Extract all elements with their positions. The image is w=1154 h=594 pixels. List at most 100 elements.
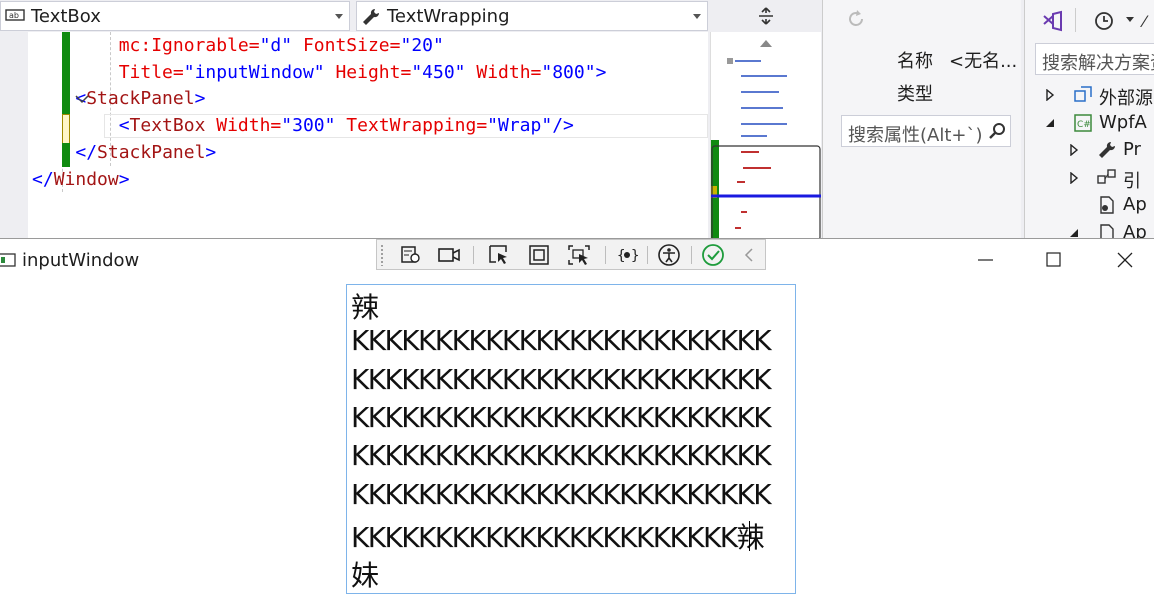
xaml-debug-toolbar[interactable]: {}	[376, 239, 766, 270]
svg-text:ab: ab	[9, 11, 19, 20]
solution-tree-label: Pr	[1123, 139, 1141, 160]
textbox-line: KKKKKKKKKKKKKKKKKKKKKKKKK	[351, 439, 772, 473]
xaml-editor[interactable]: mc:Ignorable="d" FontSize="20" Title="in…	[28, 32, 708, 238]
collapsed-arrow-icon[interactable]	[1069, 144, 1079, 156]
code-token: "Wrap"	[487, 115, 553, 137]
code-token: Width=	[205, 115, 282, 137]
textbox-line: KKKKKKKKKKKKKKKKKKKKKKKKK	[351, 324, 772, 358]
code-lines[interactable]: mc:Ignorable="d" FontSize="20" Title="in…	[32, 33, 606, 193]
solution-tree-item[interactable]: Ap	[1025, 192, 1154, 218]
solution-explorer: ⁄ 搜索解决方案资 外部源C#WpfAPr引ApAp	[1024, 0, 1154, 238]
code-line[interactable]: mc:Ignorable="d" FontSize="20"	[32, 33, 606, 60]
properties-search-input[interactable]: 搜索属性(Alt+`)	[841, 115, 1011, 147]
chevron-down-icon[interactable]	[1125, 16, 1135, 24]
binding-failures-icon[interactable]: {}	[615, 244, 639, 266]
wrench-icon	[361, 7, 381, 25]
code-token: </	[32, 168, 54, 190]
solution-tree-item[interactable]: 外部源	[1025, 82, 1154, 109]
visual-studio-ide: ab TextBox TextWrapping mc:Ignorable="d"…	[0, 0, 1154, 238]
code-token: />	[552, 115, 574, 137]
code-token: "800"	[541, 61, 596, 83]
code-line[interactable]: </StackPanel>	[32, 140, 606, 167]
search-icon[interactable]	[988, 122, 1006, 140]
refresh-icon[interactable]	[845, 8, 867, 30]
split-editor-icon[interactable]	[756, 6, 776, 26]
references-icon	[1097, 168, 1116, 184]
collapse-toolbar-chevron-icon[interactable]	[737, 244, 761, 266]
visual-studio-icon[interactable]	[1041, 10, 1065, 32]
external-sources-icon	[1074, 86, 1092, 102]
solution-tree-label: 引	[1123, 170, 1141, 192]
hot-reload-checkmark-icon[interactable]	[701, 244, 725, 266]
solution-tree-label: Ap	[1123, 194, 1147, 215]
live-visual-tree-icon[interactable]	[399, 244, 423, 266]
change-bar	[62, 32, 70, 114]
property-selector-combo[interactable]: TextWrapping	[356, 1, 708, 31]
track-focused-element-icon[interactable]	[567, 244, 591, 266]
drag-handle-icon[interactable]	[380, 244, 384, 266]
solution-tree-item[interactable]: C# WpfA	[1025, 110, 1154, 136]
chevron-down-icon[interactable]	[335, 14, 343, 19]
select-element-icon[interactable]	[487, 244, 511, 266]
window-title: inputWindow	[22, 250, 140, 271]
history-clock-icon[interactable]	[1093, 10, 1115, 32]
text-caret	[749, 520, 750, 551]
name-value[interactable]: <无名...	[949, 47, 1017, 73]
property-selector-value: TextWrapping	[387, 6, 510, 27]
window-titlebar[interactable]: inputWindow {}	[0, 239, 1154, 281]
code-token: StackPanel	[86, 88, 195, 110]
solution-tree-item[interactable]: 引	[1025, 165, 1154, 192]
textbox-line: KKKKKKKKKKKKKKKKKKKKKKKKK	[351, 400, 772, 434]
chevron-down-icon[interactable]	[693, 14, 701, 19]
toolbar-separator	[647, 246, 648, 264]
code-token: mc:Ignorable=	[118, 35, 260, 56]
code-token: TextBox	[129, 115, 206, 137]
solution-tree-item[interactable]: Pr	[1025, 137, 1154, 163]
overflow-icon[interactable]: ⁄	[1143, 12, 1146, 31]
close-icon[interactable]	[1117, 252, 1133, 268]
scrollbar-minimap[interactable]	[710, 32, 821, 238]
svg-text:C#: C#	[1077, 120, 1091, 130]
minimize-icon[interactable]	[978, 259, 994, 261]
collapse-chevron-icon[interactable]	[74, 93, 90, 105]
solution-tree-item[interactable]: Ap	[1025, 220, 1154, 239]
change-bar	[62, 143, 70, 167]
split-toggle[interactable]	[712, 0, 820, 32]
code-token: Window	[53, 168, 119, 190]
solution-search-input[interactable]: 搜索解决方案资	[1035, 43, 1154, 75]
code-token: "300"	[281, 115, 336, 137]
display-layout-adorners-icon[interactable]	[527, 244, 551, 266]
scroll-up-arrow-icon[interactable]	[759, 39, 773, 48]
code-line[interactable]: <StackPanel>	[32, 86, 606, 113]
file-icon	[1100, 223, 1114, 238]
name-label: 名称	[897, 51, 933, 72]
collapsed-arrow-icon[interactable]	[1069, 171, 1079, 184]
element-selector-combo[interactable]: ab TextBox	[0, 1, 350, 31]
wrench-icon	[1099, 141, 1116, 158]
expanded-arrow-icon[interactable]	[1045, 117, 1055, 129]
textbox-line: KKKKKKKKKKKKKKKKKKKKKKK辣	[351, 520, 765, 554]
solution-tree-label: WpfA	[1099, 111, 1147, 133]
code-line[interactable]: <TextBox Width="300" TextWrapping="Wrap"…	[32, 113, 606, 140]
code-line[interactable]: Title="inputWindow" Height="450" Width="…	[32, 60, 607, 87]
collapsed-arrow-icon[interactable]	[1045, 89, 1055, 101]
code-token: "450"	[411, 61, 466, 83]
type-label: 类型	[897, 84, 933, 105]
toolbar-separator	[605, 246, 606, 264]
maximize-icon[interactable]	[1046, 252, 1062, 268]
toolbar-separator	[691, 246, 692, 264]
element-selector-value: TextBox	[31, 6, 101, 27]
solution-tree[interactable]: 外部源 C# WpfA Pr 引 Ap Ap	[1025, 82, 1154, 238]
wrapping-textbox[interactable]: 辣 KKKKKKKKKKKKKKKKKKKKKKKKK KKKKKKKKKKKKKK…	[346, 284, 796, 594]
expanded-arrow-icon[interactable]	[1069, 227, 1079, 239]
code-token: FontSize=	[292, 35, 401, 56]
code-token: >	[118, 168, 130, 190]
code-token: "d"	[259, 35, 293, 56]
accessibility-icon[interactable]	[657, 244, 681, 266]
video-camera-icon[interactable]	[437, 244, 461, 266]
code-line[interactable]: </Window>	[32, 167, 606, 194]
code-token: "inputWindow"	[183, 61, 325, 83]
toolbar-separator	[473, 246, 474, 264]
